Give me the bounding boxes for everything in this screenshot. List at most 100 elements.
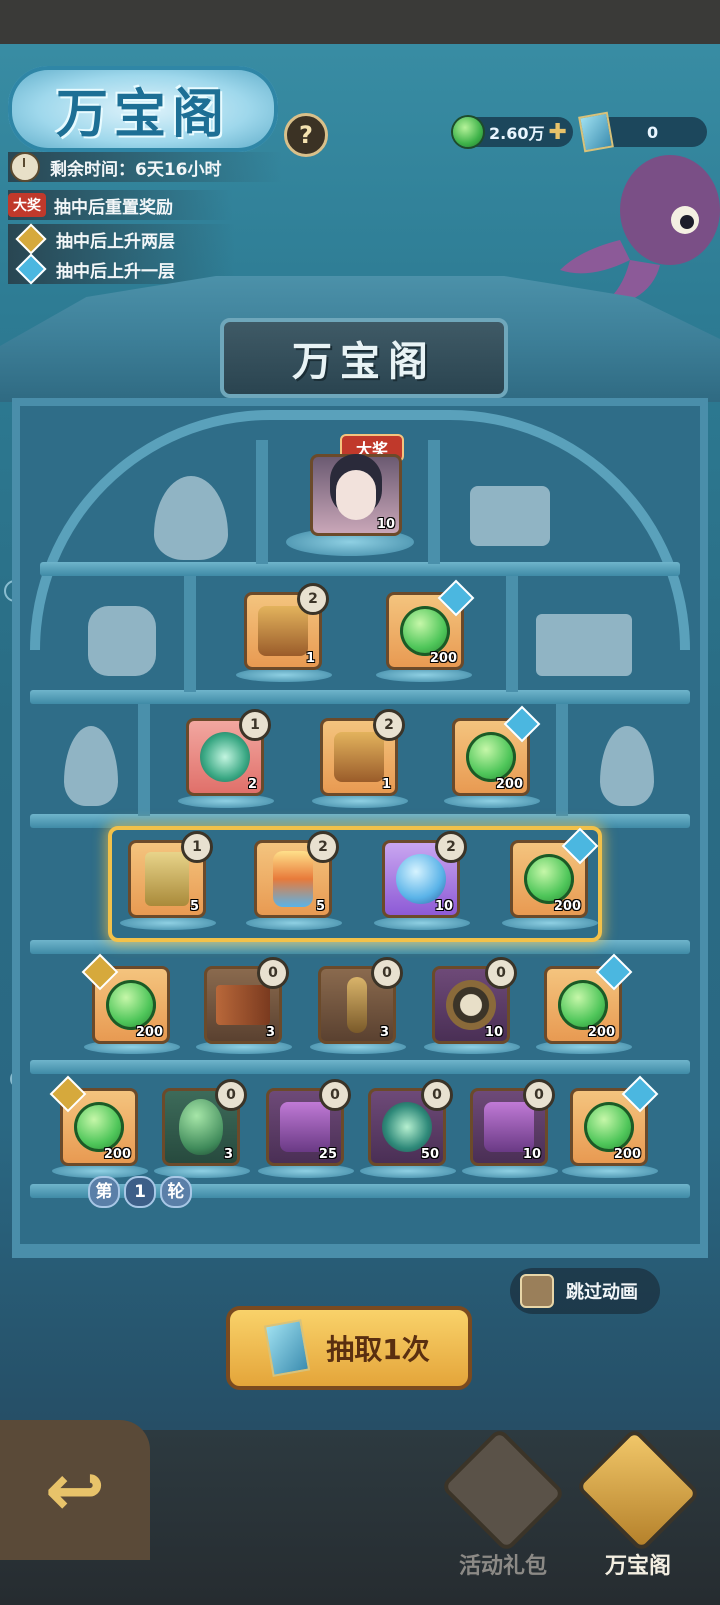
skip-animation-checkbox[interactable] <box>520 1274 554 1308</box>
gem-stone-icon <box>273 851 313 907</box>
item-qty: 3 <box>265 1025 275 1040</box>
jade-icon <box>466 732 516 782</box>
mystery-chest-icon <box>258 606 308 656</box>
prize-item[interactable]: 10 0 <box>432 957 517 1044</box>
octopus-decoration <box>560 155 720 310</box>
prize-item[interactable]: 10 2 <box>382 831 467 918</box>
item-qty: 25 <box>318 1147 337 1162</box>
pedestal <box>360 1164 456 1178</box>
layer-badge: 1 <box>181 831 213 863</box>
prize-item[interactable]: 200 <box>81 953 170 1044</box>
grand-prize-tag: 大奖 <box>8 193 46 217</box>
rule-text: 抽中后上升两层 <box>56 231 175 252</box>
box-decoration <box>536 614 632 676</box>
treasure-chest-icon <box>575 1427 701 1553</box>
jade-currency: 2.60万 ✚ <box>453 117 573 147</box>
pedestal <box>246 916 342 930</box>
crystal-ball-icon <box>396 854 446 904</box>
layer-badge: 2 <box>307 831 339 863</box>
help-button[interactable]: ? <box>284 113 328 157</box>
jade-icon <box>584 1102 634 1152</box>
prize-item[interactable]: 3 0 <box>318 957 403 1044</box>
item-qty: 1 <box>381 777 391 792</box>
pedestal <box>312 794 408 808</box>
event-title-logo: 万宝阁 <box>8 66 278 152</box>
tab-treasure-pavilion-label: 万宝阁 <box>604 1554 671 1579</box>
item-qty: 1 <box>305 651 315 666</box>
layer-badge: 0 <box>215 1079 247 1111</box>
skip-animation-label: 跳过动画 <box>566 1282 638 1303</box>
shelf <box>30 690 690 704</box>
item-qty: 10 <box>434 899 453 914</box>
prize-item[interactable]: 200 <box>570 1075 659 1166</box>
prize-item[interactable]: 5 1 <box>128 831 213 918</box>
prize-item[interactable]: 5 2 <box>254 831 339 918</box>
tab-gift-pack[interactable]: 活动礼包 <box>440 1427 566 1580</box>
shelf-post <box>506 576 518 692</box>
layer-badge: 0 <box>319 1079 351 1111</box>
shelf-post <box>256 440 268 564</box>
prize-item[interactable]: 10 0 <box>470 1079 555 1166</box>
draw-once-button[interactable]: 抽取1次 <box>226 1306 472 1390</box>
pedestal <box>444 794 540 808</box>
prize-item[interactable]: 1 2 <box>244 583 329 670</box>
layer-badge: 2 <box>435 831 467 863</box>
item-qty: 3 <box>223 1147 233 1162</box>
prize-item[interactable]: 200 <box>386 579 475 670</box>
item-qty: 3 <box>379 1025 389 1040</box>
jade-icon <box>558 980 608 1030</box>
item-qty: 2 <box>247 777 257 792</box>
prize-item[interactable]: 200 <box>452 705 541 796</box>
prize-item[interactable]: 3 0 <box>204 957 289 1044</box>
draw-once-label: 抽取1次 <box>326 1333 430 1366</box>
prize-item[interactable]: 1 2 <box>320 709 405 796</box>
tab-treasure-pavilion[interactable]: 万宝阁 <box>575 1427 701 1580</box>
gold-chest-icon <box>334 732 384 782</box>
prize-item[interactable]: 2 1 <box>186 709 271 796</box>
shelf-post <box>184 576 196 692</box>
item-qty: 200 <box>103 1147 131 1162</box>
prize-item[interactable]: 3 0 <box>162 1079 247 1166</box>
status-bar <box>0 0 720 44</box>
jade-icon <box>74 1102 124 1152</box>
item-qty: 5 <box>315 899 325 914</box>
pedestal <box>120 916 216 930</box>
prize-item[interactable]: 50 0 <box>368 1079 453 1166</box>
item-qty: 10 <box>522 1147 541 1162</box>
remaining-time-label: 剩余时间： <box>50 159 135 180</box>
tab-gift-pack-label: 活动礼包 <box>458 1554 547 1579</box>
pedestal <box>374 916 470 930</box>
layer-badge: 2 <box>297 583 329 615</box>
item-qty: 200 <box>553 899 581 914</box>
up-two-icon <box>15 223 47 255</box>
up-one-icon <box>15 253 47 285</box>
item-qty: 200 <box>495 777 523 792</box>
prize-item[interactable]: 25 0 <box>266 1079 351 1166</box>
jade-coin-icon <box>453 117 483 147</box>
rule-up-two: 抽中后上升两层 <box>8 223 235 255</box>
pavilion-plaque: 万宝阁 <box>220 318 508 398</box>
pedestal <box>178 794 274 808</box>
back-arrow-icon: ↩ <box>44 1448 106 1532</box>
ticket-icon <box>264 1319 311 1377</box>
shelf-post <box>138 704 150 816</box>
pedestal <box>236 668 332 682</box>
shelf <box>30 1060 690 1074</box>
layer-badge: 1 <box>239 709 271 741</box>
layer-badge: 0 <box>421 1079 453 1111</box>
prize-item[interactable]: 200 <box>49 1075 138 1166</box>
prize-item[interactable]: 200 <box>510 827 599 918</box>
jade-amount: 2.60万 <box>489 124 545 143</box>
rule-reset: 大奖 抽中后重置奖励 <box>8 190 233 220</box>
item-qty: 10 <box>484 1025 503 1040</box>
back-button[interactable]: ↩ <box>0 1420 150 1560</box>
item-qty: 200 <box>587 1025 615 1040</box>
prize-item[interactable]: 200 <box>544 953 633 1044</box>
layer-badge: 2 <box>373 709 405 741</box>
skip-animation-toggle[interactable]: 跳过动画 <box>510 1268 660 1314</box>
layer-badge: 0 <box>485 957 517 989</box>
grand-prize-item[interactable]: 10 <box>310 454 402 536</box>
layer-badge: 0 <box>371 957 403 989</box>
remaining-time-value: 6天16小时 <box>135 159 222 180</box>
taiji-disc-icon <box>446 980 496 1030</box>
